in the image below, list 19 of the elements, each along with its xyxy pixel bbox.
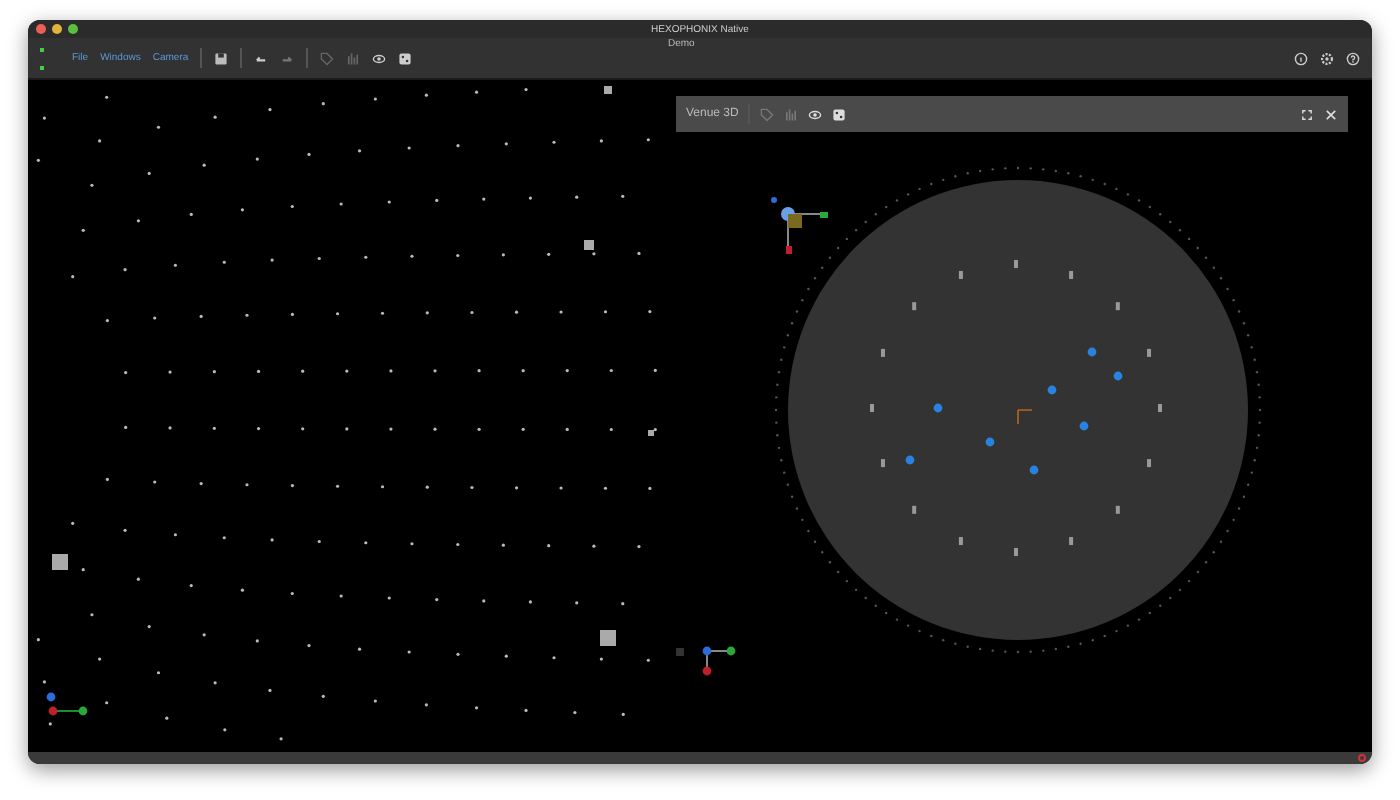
- close-window-button[interactable]: [36, 24, 46, 34]
- redo-icon[interactable]: [280, 51, 295, 65]
- minimize-window-button[interactable]: [52, 24, 62, 34]
- undo-icon[interactable]: [254, 51, 269, 65]
- dice-icon[interactable]: [832, 107, 847, 121]
- save-icon[interactable]: [214, 51, 229, 65]
- eye-icon[interactable]: [372, 51, 387, 65]
- eye-icon[interactable]: [808, 107, 823, 121]
- dice-icon[interactable]: [398, 51, 413, 65]
- axis-gizmo-drawing: [702, 646, 736, 676]
- expand-icon[interactable]: [1300, 107, 1314, 121]
- record-indicator: [1358, 754, 1366, 762]
- settings-icon[interactable]: [1320, 51, 1334, 65]
- info-icon[interactable]: [1294, 51, 1308, 65]
- help-icon[interactable]: [1346, 51, 1360, 65]
- zoom-window-button[interactable]: [68, 24, 78, 34]
- axis-gizmo-drawing: [46, 692, 88, 716]
- axis-gizmo-drawing: [770, 196, 830, 256]
- close-icon[interactable]: [1324, 107, 1338, 121]
